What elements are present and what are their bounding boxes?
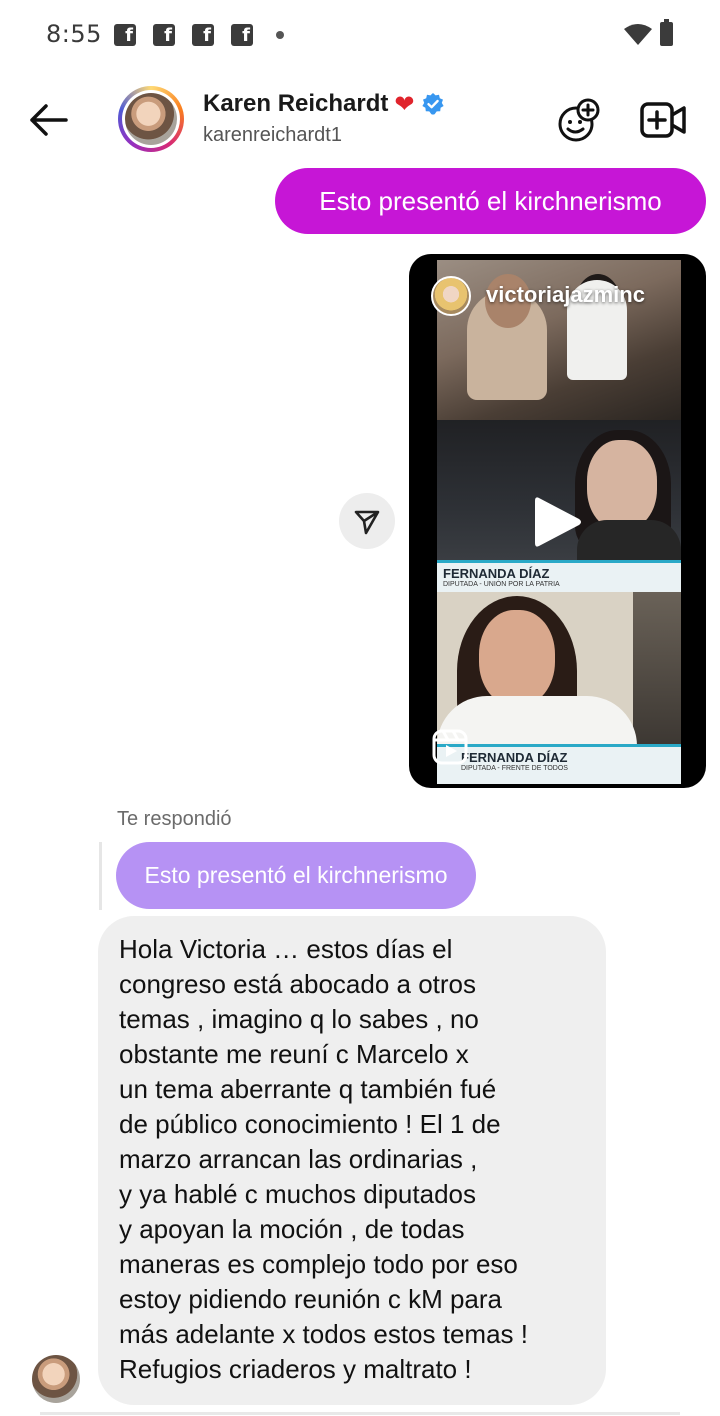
more-notifications-dot xyxy=(276,31,284,39)
caption-name: FERNANDA DÍAZ xyxy=(461,750,568,765)
message-text-line: y ya hablé c muchos diputados xyxy=(119,1179,476,1209)
facebook-icon: f xyxy=(231,24,253,46)
sender-avatar[interactable] xyxy=(32,1355,80,1403)
contact-name: Karen Reichardt xyxy=(203,90,389,117)
status-bar: 8:55 f f f f xyxy=(0,0,720,72)
video-call-icon[interactable] xyxy=(640,100,686,140)
contact-avatar[interactable] xyxy=(118,86,184,152)
message-text-line: más adelante x todos estos temas ! xyxy=(119,1319,528,1349)
facebook-icon: f xyxy=(114,24,136,46)
message-text-line: Refugios criaderos y maltrato ! xyxy=(119,1354,472,1384)
message-text-line: obstante me reuní c Marcelo x xyxy=(119,1039,469,1069)
reel-author-username: victoriajazminc xyxy=(486,282,645,307)
message-text-line: Hola Victoria … estos días el xyxy=(119,934,453,964)
reel-caption-bottom: FERNANDA DÍAZ DIPUTADA - FRENTE DE TODOS xyxy=(437,744,681,784)
share-button[interactable] xyxy=(339,493,395,549)
send-paper-plane-icon xyxy=(354,510,380,535)
quoted-message-bubble[interactable]: Esto presentó el kirchnerismo xyxy=(116,842,476,909)
caption-subtitle: DIPUTADA - UNIÓN POR LA PATRIA xyxy=(443,581,560,588)
reel-caption-top: FERNANDA DÍAZ DIPUTADA - UNIÓN POR LA PA… xyxy=(437,560,681,592)
message-text-line: maneras es complejo todo por eso xyxy=(119,1249,518,1279)
message-text-line: un tema aberrante q también fué xyxy=(119,1074,497,1104)
message-text-line: estoy pidiendo reunión c kM para xyxy=(119,1284,503,1314)
reply-indicator-line xyxy=(99,842,102,910)
chat-header: Karen Reichardt ❤ karenreichardt1 xyxy=(0,80,720,160)
contact-name-row[interactable]: Karen Reichardt ❤ xyxy=(203,90,445,118)
reels-icon xyxy=(432,729,468,765)
wifi-icon xyxy=(624,24,652,45)
reel-author-avatar xyxy=(431,276,471,316)
verified-badge-icon xyxy=(421,93,444,115)
reply-context-label: Te respondió xyxy=(117,808,232,830)
divider xyxy=(40,1412,680,1415)
facebook-icon: f xyxy=(192,24,214,46)
battery-icon xyxy=(660,19,673,46)
status-time: 8:55 xyxy=(46,20,102,48)
message-text-line: marzo arrancan las ordinarias , xyxy=(119,1144,478,1174)
contact-avatar-photo xyxy=(125,93,177,145)
reel-scene-bottom xyxy=(437,592,681,756)
play-icon[interactable] xyxy=(533,494,583,550)
facebook-icon: f xyxy=(153,24,175,46)
effects-sticker-icon[interactable] xyxy=(556,98,602,144)
message-text-line: de público conocimiento ! El 1 de xyxy=(119,1109,501,1139)
message-text-line: congreso está abocado a otros xyxy=(119,969,477,999)
caption-subtitle: DIPUTADA - FRENTE DE TODOS xyxy=(461,765,568,772)
back-arrow-icon[interactable] xyxy=(26,98,70,142)
contact-username: karenreichardt1 xyxy=(203,124,342,146)
incoming-message-bubble[interactable]: Hola Victoria … estos días el congreso e… xyxy=(98,916,606,1405)
caption-name: FERNANDA DÍAZ xyxy=(443,566,550,581)
message-text-line: temas , imagino q lo sabes , no xyxy=(119,1004,479,1034)
message-text-line: y apoyan la moción , de todas xyxy=(119,1214,465,1244)
shared-reel-card[interactable]: FERNANDA DÍAZ DIPUTADA - UNIÓN POR LA PA… xyxy=(409,254,706,788)
outgoing-message-bubble[interactable]: Esto presentó el kirchnerismo xyxy=(275,168,706,234)
red-heart-emoji: ❤ xyxy=(394,90,415,118)
